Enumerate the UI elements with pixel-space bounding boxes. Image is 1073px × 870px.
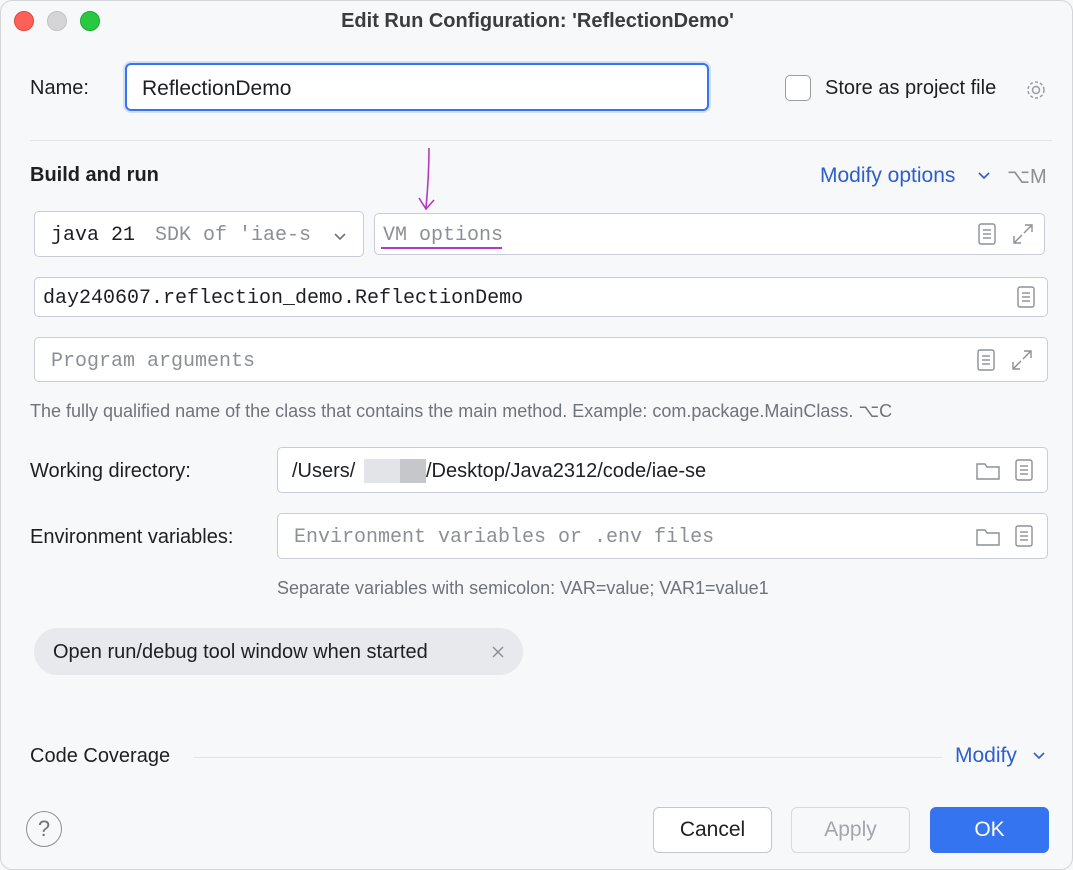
annotation-underline bbox=[381, 247, 502, 249]
store-as-project-file-checkbox[interactable] bbox=[785, 75, 811, 101]
environment-variables-placeholder: Environment variables or .env files bbox=[294, 526, 715, 549]
expand-icon[interactable] bbox=[1010, 348, 1034, 372]
annotation-arrow-icon bbox=[418, 147, 435, 211]
modify-options-link[interactable]: Modify options bbox=[820, 164, 955, 188]
environment-variables-hint: Separate variables with semicolon: VAR=v… bbox=[277, 578, 769, 598]
document-icon[interactable] bbox=[976, 222, 998, 246]
name-label: Name: bbox=[30, 77, 89, 99]
code-coverage-label: Code Coverage bbox=[30, 745, 171, 767]
folder-icon[interactable] bbox=[975, 459, 1001, 483]
environment-variables-label: Environment variables: bbox=[30, 526, 234, 548]
vm-options-input[interactable]: VM options bbox=[374, 213, 1045, 255]
cancel-button[interactable]: Cancel bbox=[653, 807, 772, 853]
sdk-main: java 21 bbox=[51, 224, 136, 247]
document-icon[interactable] bbox=[1015, 285, 1037, 309]
gear-icon[interactable] bbox=[1023, 77, 1049, 103]
section-divider bbox=[30, 140, 1052, 141]
open-tool-window-chip[interactable]: Open run/debug tool window when started bbox=[34, 628, 523, 675]
modify-options-shortcut: ⌥M bbox=[1007, 166, 1047, 188]
code-coverage-modify-link[interactable]: Modify bbox=[955, 744, 1017, 768]
window-title: Edit Run Configuration: 'ReflectionDemo' bbox=[341, 10, 734, 32]
working-directory-suffix: /Desktop/Java2312/code/iae-se bbox=[426, 460, 707, 482]
open-tool-window-chip-label: Open run/debug tool window when started bbox=[53, 641, 428, 663]
main-class-input[interactable]: day240607.reflection_demo.ReflectionDemo bbox=[34, 277, 1048, 317]
chevron-down-icon[interactable] bbox=[976, 167, 992, 183]
store-as-project-file-label[interactable]: Store as project file bbox=[825, 77, 996, 100]
working-directory-prefix: /Users/ bbox=[292, 460, 356, 482]
document-icon[interactable] bbox=[1013, 458, 1035, 482]
chevron-down-icon[interactable] bbox=[332, 228, 348, 244]
chevron-down-icon[interactable] bbox=[1031, 747, 1047, 763]
apply-button[interactable]: Apply bbox=[791, 807, 910, 853]
name-input[interactable]: ReflectionDemo bbox=[125, 63, 709, 111]
close-icon[interactable] bbox=[491, 645, 505, 659]
working-directory-input[interactable]: /Users/ /Desktop/Java2312/code/iae-se bbox=[277, 447, 1048, 493]
run-config-dialog: Edit Run Configuration: 'ReflectionDemo'… bbox=[0, 0, 1073, 870]
ok-button[interactable]: OK bbox=[930, 807, 1049, 853]
document-icon[interactable] bbox=[975, 348, 997, 372]
main-class-hint: The fully qualified name of the class th… bbox=[30, 401, 893, 421]
help-button[interactable]: ? bbox=[26, 811, 62, 847]
main-class-value: day240607.reflection_demo.ReflectionDemo bbox=[43, 287, 524, 310]
redacted-block bbox=[364, 459, 400, 483]
sdk-dropdown[interactable]: java 21 SDK of 'iae-s bbox=[34, 211, 364, 257]
program-arguments-input[interactable]: Program arguments bbox=[34, 337, 1048, 382]
folder-icon[interactable] bbox=[975, 525, 1001, 549]
environment-variables-input[interactable]: Environment variables or .env files bbox=[277, 513, 1048, 559]
redacted-block bbox=[400, 459, 426, 483]
build-and-run-heading: Build and run bbox=[30, 164, 159, 186]
program-arguments-placeholder: Program arguments bbox=[51, 350, 256, 373]
code-coverage-divider bbox=[194, 757, 942, 758]
document-icon[interactable] bbox=[1013, 524, 1035, 548]
sdk-detail: SDK of 'iae-s bbox=[155, 224, 312, 247]
name-input-value: ReflectionDemo bbox=[142, 77, 292, 100]
vm-options-placeholder: VM options bbox=[383, 224, 504, 247]
expand-icon[interactable] bbox=[1011, 222, 1035, 246]
working-directory-label: Working directory: bbox=[30, 460, 191, 482]
